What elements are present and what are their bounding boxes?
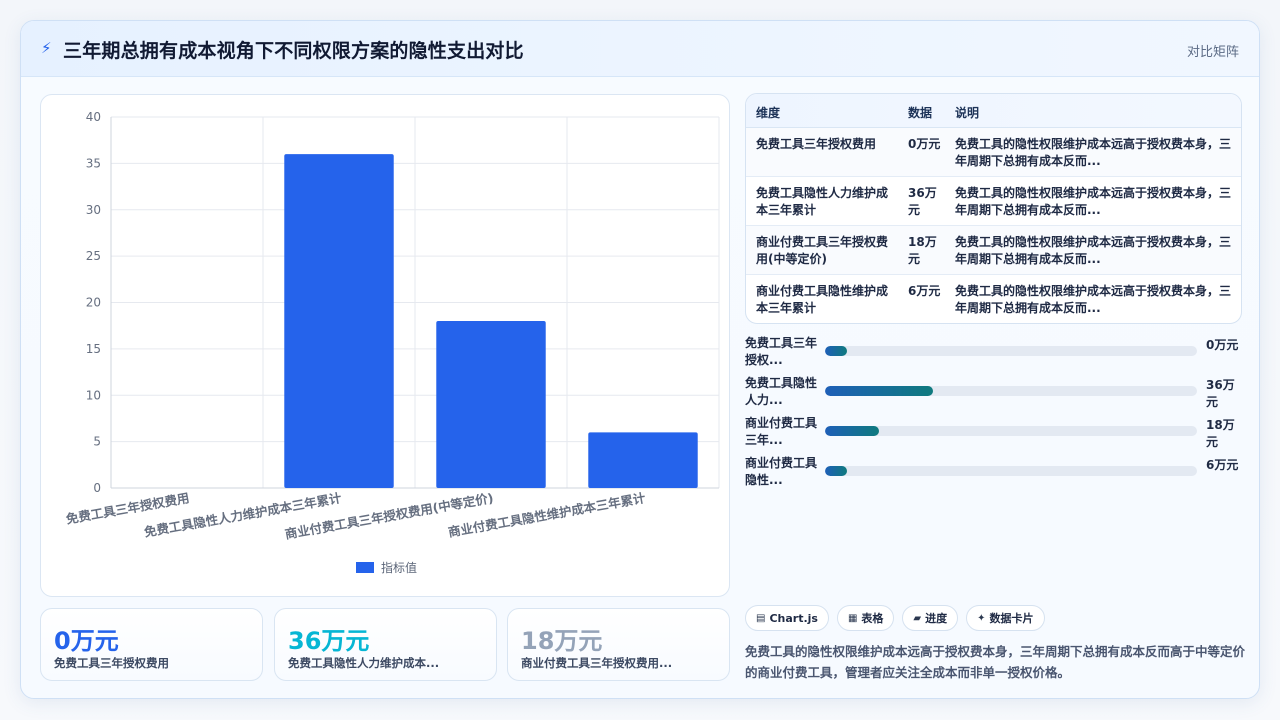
cell-value: 18万元 xyxy=(908,235,937,266)
table-header-dimension: 维度 xyxy=(756,106,781,120)
y-tick-label: 35 xyxy=(86,156,101,170)
progress-fill xyxy=(825,466,848,476)
legend-label: 指标值 xyxy=(381,561,418,575)
chart-icon: ▤ xyxy=(756,612,766,624)
cell-note: 免费工具的隐性权限维护成本远高于授权费本身，三年周期下总拥有成本反而... xyxy=(955,235,1232,266)
progress-value: 0万元 xyxy=(1206,338,1239,352)
y-tick-label: 30 xyxy=(86,203,101,217)
kpi-value: 0万元 xyxy=(54,627,119,655)
progress-icon: ▰ xyxy=(913,612,922,624)
chip-label: Chart.js xyxy=(769,611,818,625)
y-tick-label: 10 xyxy=(86,388,101,402)
cell-value: 36万元 xyxy=(908,186,937,217)
progress-value: 6万元 xyxy=(1206,458,1239,472)
progress-label: 免费工具三年授权... xyxy=(745,336,818,367)
progress-value: 18万元 xyxy=(1206,418,1235,449)
progress-row: 免费工具隐性人力... 36万元 xyxy=(745,374,1242,414)
progress-track xyxy=(825,426,1197,436)
view-chip[interactable]: ▰ 进度 xyxy=(902,605,959,631)
cell-value: 6万元 xyxy=(908,284,941,298)
bar xyxy=(436,321,546,488)
kpi-value: 18万元 xyxy=(521,627,603,655)
progress-label: 商业付费工具三年... xyxy=(745,416,818,447)
cell-dimension: 商业付费工具三年授权费用(中等定价) xyxy=(756,235,889,266)
progress-track xyxy=(825,466,1197,476)
table-icon: ▦ xyxy=(847,612,858,624)
chip-label: 表格 xyxy=(861,612,884,625)
chip-label: 进度 xyxy=(925,612,948,625)
y-tick-label: 15 xyxy=(86,342,101,356)
cell-dimension: 免费工具三年授权费用 xyxy=(756,137,877,151)
header-bar: ⚡ 三年期总拥有成本视角下不同权限方案的隐性支出对比 对比矩阵 xyxy=(21,21,1259,77)
cell-note: 免费工具的隐性权限维护成本远高于授权费本身，三年周期下总拥有成本反而... xyxy=(955,137,1232,168)
progress-label: 免费工具隐性人力... xyxy=(745,376,818,407)
progress-row: 商业付费工具三年... 18万元 xyxy=(745,414,1242,454)
progress-value: 36万元 xyxy=(1206,378,1235,409)
table-row: 商业付费工具隐性维护成本三年累计 6万元 免费工具的隐性权限维护成本远高于授权费本身… xyxy=(746,275,1241,323)
cell-dimension: 商业付费工具隐性维护成本三年累计 xyxy=(756,284,889,315)
table-row: 商业付费工具三年授权费用(中等定价) 18万元 免费工具的隐性权限维护成本远高于授权… xyxy=(746,226,1241,275)
progress-track xyxy=(825,386,1197,396)
table-header-note: 说明 xyxy=(955,106,980,120)
legend-swatch xyxy=(356,562,374,573)
kpi-label: 免费工具三年授权费用 xyxy=(54,656,169,670)
table-header: 维度 数据 说明 xyxy=(746,94,1241,128)
bar xyxy=(588,432,698,488)
cell-dimension: 免费工具隐性人力维护成本三年累计 xyxy=(756,186,889,217)
bar xyxy=(284,154,394,488)
table-row: 免费工具隐性人力维护成本三年累计 36万元 免费工具的隐性权限维护成本远高于授权费本… xyxy=(746,177,1241,226)
progress-label: 商业付费工具隐性... xyxy=(745,456,818,487)
progress-fill xyxy=(825,346,848,356)
kpi-card: 0万元 免费工具三年授权费用 xyxy=(40,608,263,681)
view-chip[interactable]: ▤ Chart.js xyxy=(745,605,829,631)
data-table: 维度 数据 说明 免费工具三年授权费用 0万元 免费工具的隐性权限维护成本远高于授权… xyxy=(745,93,1242,324)
dashboard-frame: ⚡ 三年期总拥有成本视角下不同权限方案的隐性支出对比 对比矩阵 0 5 10 15 20… xyxy=(20,20,1260,699)
progress-track xyxy=(825,346,1197,356)
header-tag: 对比矩阵 xyxy=(1186,45,1239,60)
view-chip[interactable]: ✦ 数据卡片 xyxy=(966,605,1045,631)
progress-row: 免费工具三年授权... 0万元 xyxy=(745,334,1242,374)
y-tick-label: 5 xyxy=(93,435,101,449)
progress-fill xyxy=(825,426,879,436)
kpi-card: 36万元 免费工具隐性人力维护成本... xyxy=(274,608,497,681)
bar-chart: 0510152025303540免费工具三年授权费用免费工具隐性人力维护成本三年… xyxy=(65,110,720,542)
lightning-icon: ⚡ xyxy=(41,39,52,57)
kpi-value: 36万元 xyxy=(288,627,370,655)
page-title: 三年期总拥有成本视角下不同权限方案的隐性支出对比 xyxy=(63,40,524,62)
progress-fill xyxy=(825,386,933,396)
progress-row: 商业付费工具隐性... 6万元 xyxy=(745,454,1242,494)
bar-chart-card: 0 5 10 15 20 25 30 35 40 免费工具三年授权费用 免费工具隐性人力维护成本三年… xyxy=(40,94,730,597)
summary-text: 免费工具的隐性权限维护成本远高于授权费本身，三年周期下总拥有成本反而高于中等定价… xyxy=(745,644,1246,680)
y-tick-label: 20 xyxy=(86,296,101,310)
cell-value: 0万元 xyxy=(908,137,941,151)
table-row: 免费工具三年授权费用 0万元 免费工具的隐性权限维护成本远高于授权费本身，三年周期下… xyxy=(746,128,1241,177)
sparkle-icon: ✦ xyxy=(977,612,986,624)
table-header-data: 数据 xyxy=(908,106,933,120)
view-chip-bar: ▤ Chart.js ▦ 表格 ▰ 进度 ✦ 数据卡片 xyxy=(745,605,1045,631)
chip-label: 数据卡片 xyxy=(989,612,1034,625)
cell-note: 免费工具的隐性权限维护成本远高于授权费本身，三年周期下总拥有成本反而... xyxy=(955,284,1232,315)
progress-list: 免费工具三年授权... 0万元免费工具隐性人力... 36万元商业付费工具三年...… xyxy=(745,334,1242,494)
kpi-label: 免费工具隐性人力维护成本... xyxy=(288,656,440,670)
kpi-card: 18万元 商业付费工具三年授权费用... xyxy=(507,608,730,681)
chart-legend[interactable]: 指标值 xyxy=(356,559,417,576)
y-tick-label: 0 xyxy=(93,481,101,495)
y-tick-label: 25 xyxy=(86,249,101,263)
kpi-label: 商业付费工具三年授权费用... xyxy=(521,656,673,670)
view-chip[interactable]: ▦ 表格 xyxy=(836,605,895,631)
cell-note: 免费工具的隐性权限维护成本远高于授权费本身，三年周期下总拥有成本反而... xyxy=(955,186,1232,217)
y-tick-label: 40 xyxy=(86,110,101,124)
